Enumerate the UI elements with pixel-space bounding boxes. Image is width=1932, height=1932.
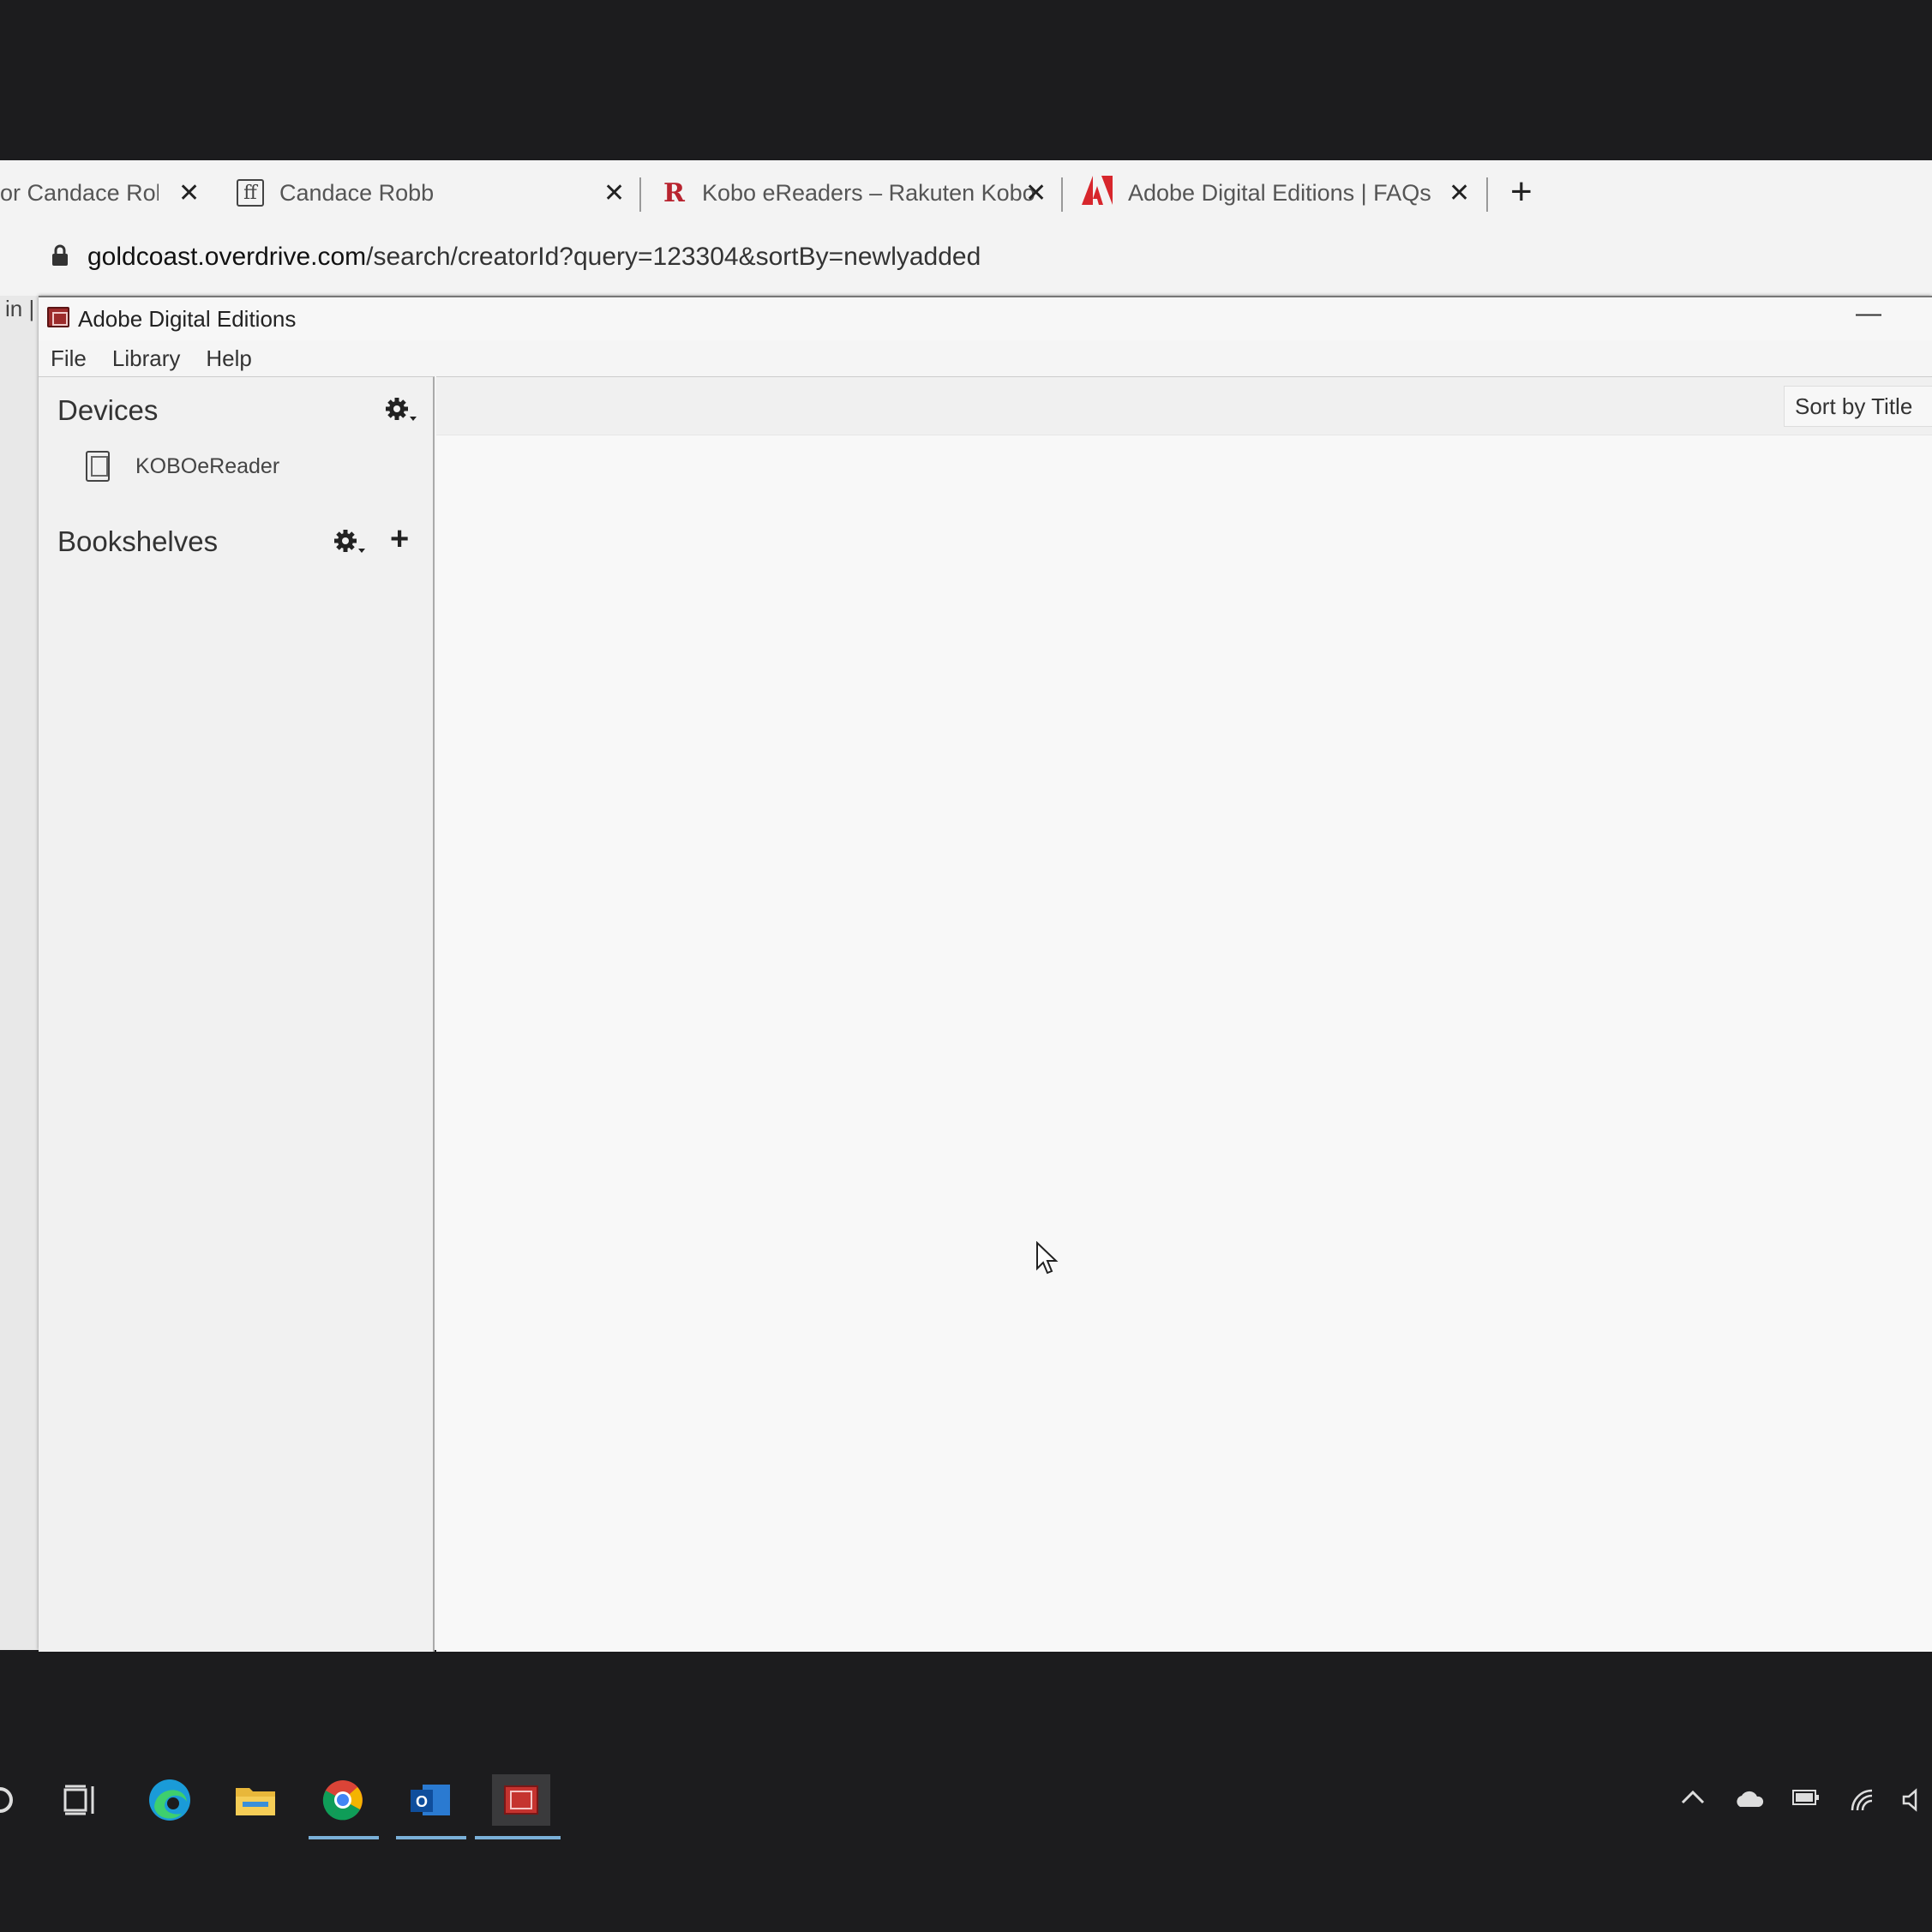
ade-running-indicator [475,1836,561,1839]
tab-adobe-faqs[interactable]: Adobe Digital Editions | FAQs ✕ [1082,160,1485,225]
onedrive-icon[interactable] [1733,1788,1764,1813]
outlook-running-indicator [396,1836,466,1839]
mouse-cursor-icon [1035,1240,1059,1280]
menu-help[interactable]: Help [206,345,251,372]
menu-file[interactable]: File [51,345,87,372]
url-path: /search/creatorId?query=123304&sortBy=ne… [366,243,981,271]
tab-close-icon[interactable]: ✕ [1025,178,1047,208]
taskbar: O [0,1757,1932,1851]
tab-title: Candace Robb [279,179,435,206]
new-tab-button[interactable]: + [1510,171,1533,213]
url-text[interactable]: goldcoast.overdrive.com/search/creatorId… [87,243,981,272]
fantastic-fiction-icon: ff [237,179,264,207]
tab-title: Kobo eReaders – Rakuten Kobo [701,179,1035,206]
tab-separator [639,177,641,212]
rakuten-icon: R [663,177,685,208]
library-content: Sort by Title [436,376,1932,1652]
menu-bar: File Library Help [39,340,1932,376]
adobe-icon [1082,175,1113,211]
device-name: KOBOeReader [135,453,280,478]
tab-title: Adobe Digital Editions | FAQs [1128,179,1431,206]
title-bar: Adobe Digital Editions — [39,297,1932,340]
battery-icon[interactable] [1791,1788,1821,1811]
tab-candace-robb[interactable]: ff Candace Robb ✕ [237,160,631,225]
tab-kobo-ereaders[interactable]: R Kobo eReaders – Rakuten Kobo ✕ [663,160,1058,225]
ade-taskbar-icon[interactable] [492,1774,550,1826]
screen: or Candace Robb ✕ ff Candace Robb ✕ R Ko… [0,0,1932,1932]
ade-window: Adobe Digital Editions — File Library He… [39,296,1932,1652]
sort-dropdown[interactable]: Sort by Title [1784,386,1932,427]
device-item-koboereader[interactable]: KOBOeReader [86,451,279,482]
browser-window: or Candace Robb ✕ ff Candace Robb ✕ R Ko… [0,160,1932,306]
address-bar[interactable]: goldcoast.overdrive.com/search/creatorId… [0,225,1932,294]
bookshelves-gear-icon[interactable] [333,528,368,564]
tab-overdrive-search[interactable]: or Candace Robb ✕ [0,160,206,225]
chevron-up-icon[interactable] [1680,1788,1706,1809]
menu-library[interactable]: Library [112,345,180,372]
tab-separator [1486,177,1488,212]
devices-heading: Devices [57,394,159,426]
task-view-icon[interactable] [55,1774,106,1826]
tab-close-icon[interactable]: ✕ [603,178,625,208]
tab-close-icon[interactable]: ✕ [178,178,200,208]
minimize-button[interactable]: — [1856,299,1881,328]
search-icon[interactable] [0,1774,26,1826]
lock-icon [51,244,69,271]
browser-page-fragment: in | [0,296,39,1650]
svg-text:O: O [416,1793,428,1810]
tab-close-icon[interactable]: ✕ [1449,178,1470,208]
bookshelves-heading: Bookshelves [57,525,219,557]
outlook-icon[interactable]: O [405,1774,456,1826]
url-host: goldcoast.overdrive.com [87,243,367,271]
content-toolbar: Sort by Title [436,377,1932,435]
ereader-icon [86,451,110,482]
tab-title: or Candace Robb [0,179,159,206]
volume-icon[interactable] [1901,1788,1927,1816]
window-title: Adobe Digital Editions [78,306,297,332]
tab-separator [1061,177,1063,212]
edge-icon[interactable] [144,1774,195,1826]
chrome-running-indicator [309,1836,379,1839]
devices-gear-icon[interactable] [385,396,419,432]
sidebar: Devices KOBOeReader Bookshelves + [39,376,435,1652]
tab-strip: or Candace Robb ✕ ff Candace Robb ✕ R Ko… [0,160,1932,225]
chrome-icon[interactable] [317,1774,369,1826]
ade-app-icon [47,307,69,327]
wifi-icon[interactable] [1850,1788,1877,1816]
file-explorer-icon[interactable] [230,1774,281,1826]
add-bookshelf-button[interactable]: + [390,521,409,558]
page-text-fragment: in | [5,296,35,321]
